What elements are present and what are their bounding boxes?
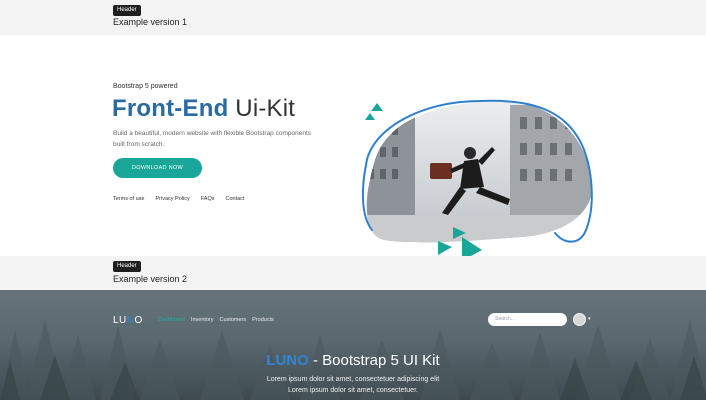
section-badge: Header — [113, 5, 141, 16]
triangle-shape — [365, 113, 375, 120]
chevron-down-icon[interactable]: ▾ — [588, 316, 591, 322]
link-privacy[interactable]: Privacy Policy — [155, 196, 189, 202]
banner-subtitle-2: Lorem ipsum dolor sit amet, consectetuer… — [288, 387, 418, 394]
hero-kicker: Bootstrap 5 powered — [113, 83, 178, 90]
link-contact[interactable]: Contact — [225, 196, 244, 202]
banner-title-rest: - Bootstrap 5 UI Kit — [308, 352, 440, 369]
section-badge: Header — [113, 261, 141, 272]
forest-background — [0, 320, 706, 400]
dark-banner: LUNO Dashboard Inventory Customers Produ… — [0, 290, 706, 400]
download-now-button[interactable]: DOWNLOAD NOW — [113, 158, 202, 178]
banner-subtitle-1: Lorem ipsum dolor sit amet, consectetuer… — [266, 376, 440, 383]
nav-item-dashboard[interactable]: Dashboard — [158, 317, 185, 323]
luno-logo[interactable]: LUNO — [113, 315, 143, 326]
triangle-shape — [438, 241, 452, 255]
hero-section: Bootstrap 5 powered Front-End Ui-Kit Bui… — [0, 35, 706, 261]
nav-item-inventory[interactable]: Inventory — [191, 317, 214, 323]
triangle-shape — [371, 103, 383, 111]
banner-brand: LUNO — [266, 352, 309, 369]
main-nav: Dashboard Inventory Customers Products — [158, 317, 274, 323]
hero-title-accent: Front-End — [112, 95, 229, 122]
avatar[interactable] — [573, 313, 586, 326]
section-title: Example version 2 — [113, 274, 188, 284]
section-header-1: Header Example version 1 — [0, 0, 706, 35]
link-terms[interactable]: Terms of use — [113, 196, 144, 202]
section-title: Example version 1 — [113, 17, 188, 27]
hero-illustration — [361, 99, 593, 261]
section-header-2: Header Example version 2 — [0, 256, 706, 290]
link-faqs[interactable]: FAQs — [201, 196, 215, 202]
nav-item-products[interactable]: Products — [252, 317, 274, 323]
hero-links: Terms of use Privacy Policy FAQs Contact — [113, 196, 244, 202]
search-input[interactable]: Search... — [488, 313, 567, 326]
hero-title: Front-End Ui-Kit — [112, 95, 295, 123]
hero-title-rest: Ui-Kit — [228, 95, 296, 122]
logo-text: O — [134, 315, 143, 326]
hero-description: Build a beautiful, modern website with f… — [113, 130, 311, 148]
banner-title: LUNO - Bootstrap 5 UI Kit — [0, 352, 706, 369]
logo-accent: N — [126, 315, 135, 326]
nav-item-customers[interactable]: Customers — [220, 317, 247, 323]
page: Header Example version 1 Bootstrap 5 pow… — [0, 0, 706, 400]
logo-text: LU — [113, 315, 127, 326]
